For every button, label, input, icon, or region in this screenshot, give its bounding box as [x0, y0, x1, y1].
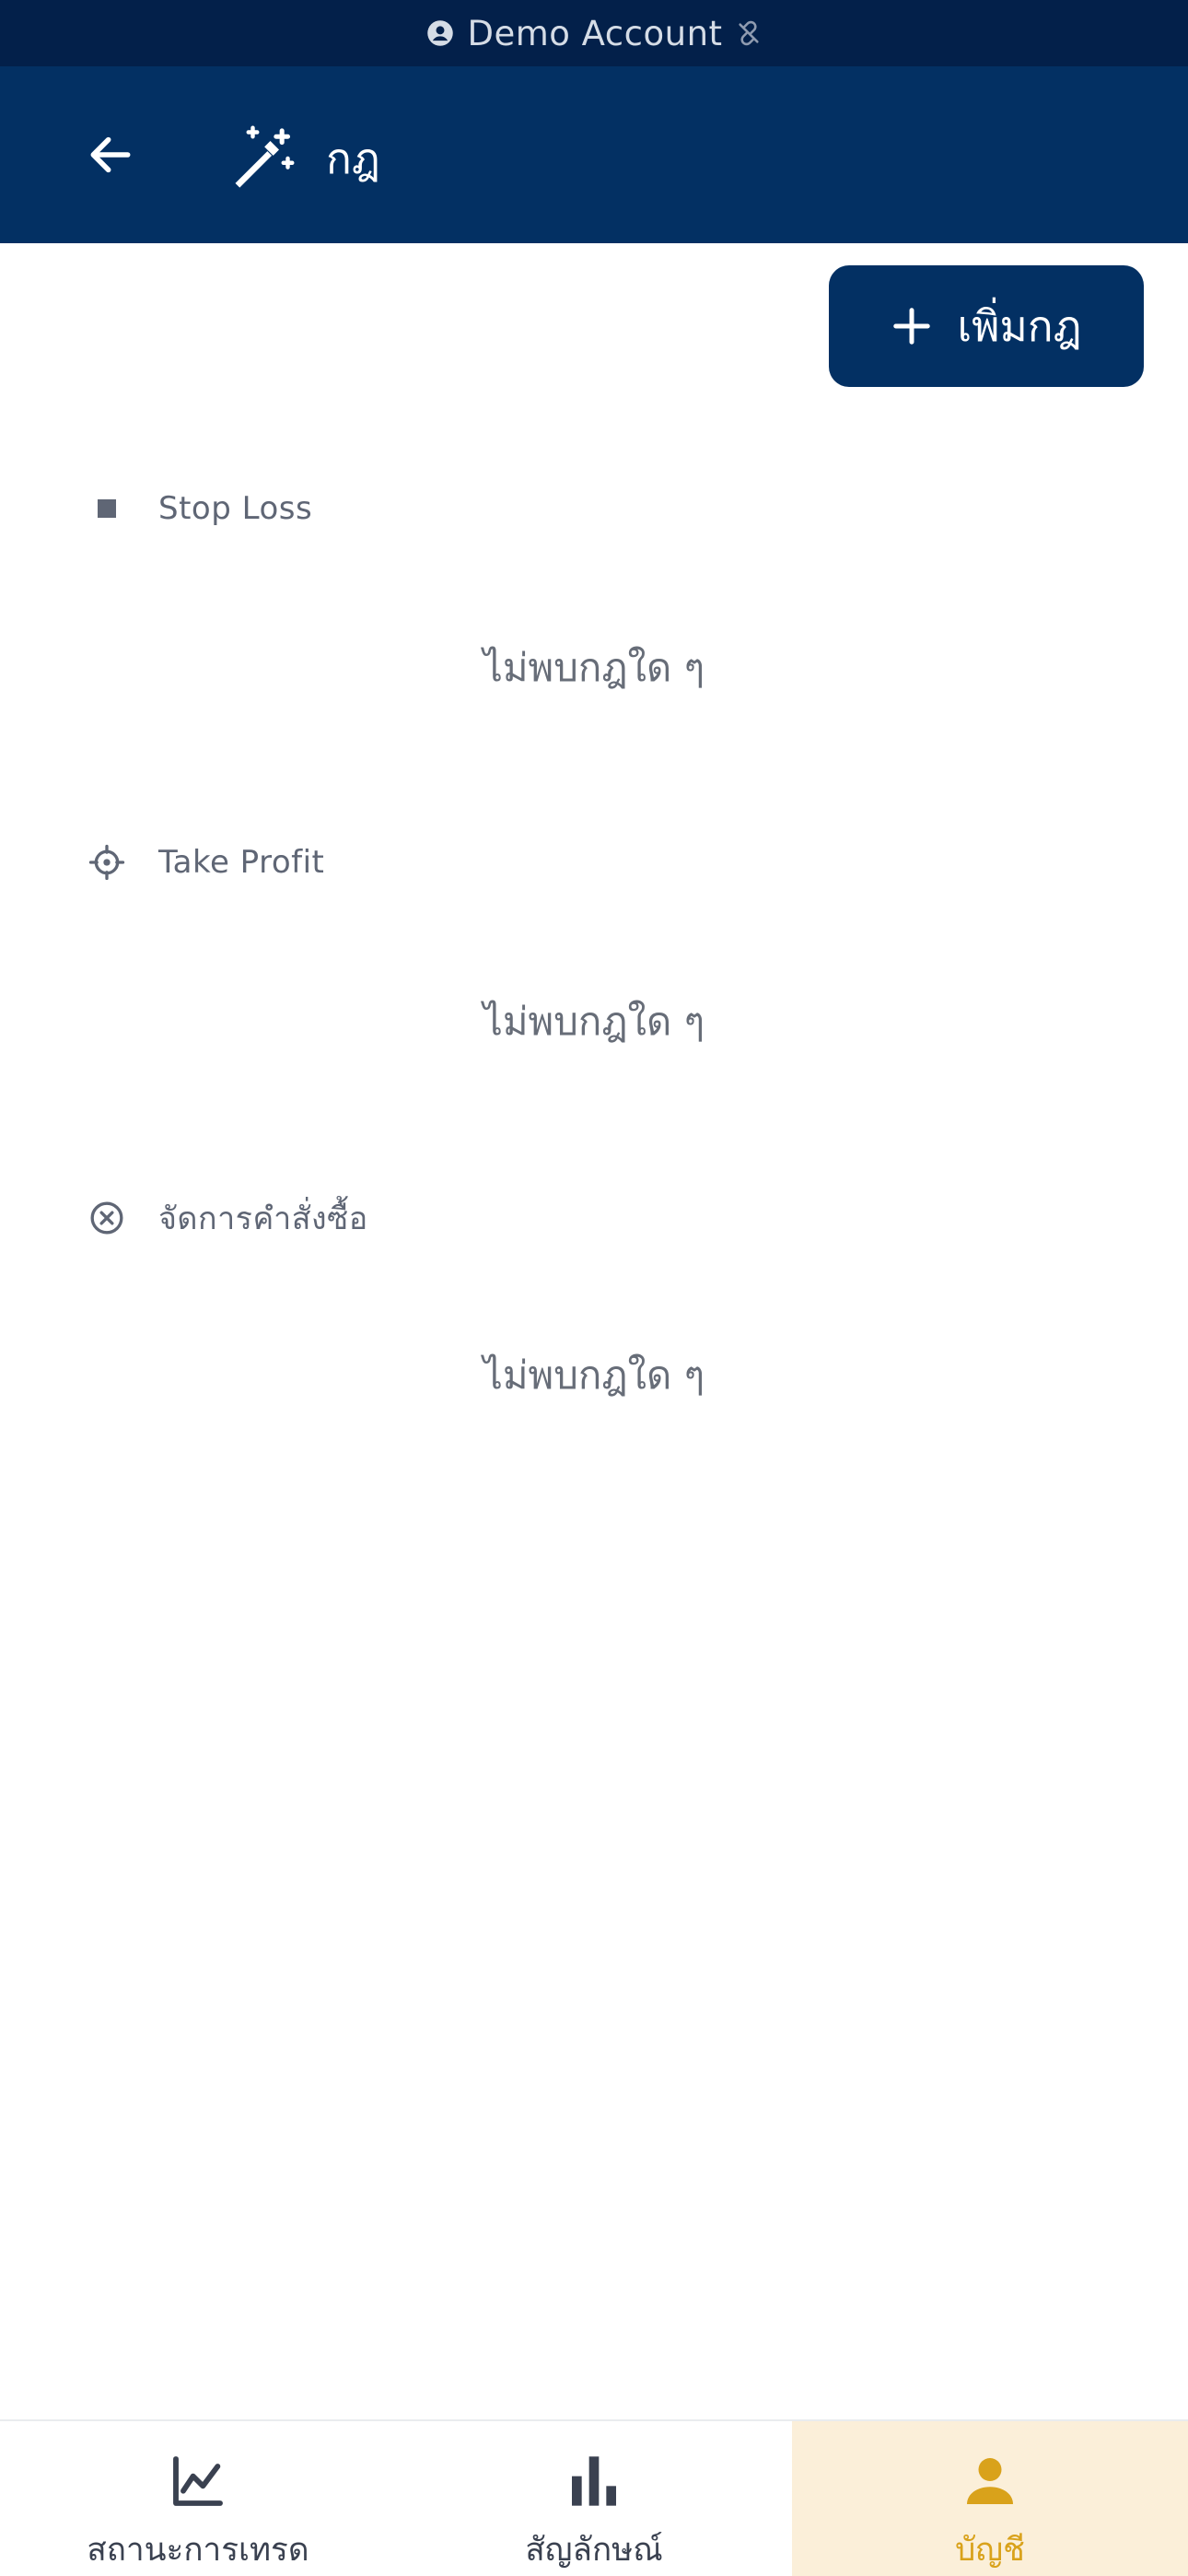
crosshair-icon — [88, 844, 125, 881]
page-title: กฎ — [326, 134, 380, 183]
back-button[interactable] — [74, 118, 147, 192]
section-title: Take Profit — [158, 844, 325, 881]
nav-item-account[interactable]: บัญชี — [792, 2421, 1188, 2576]
arrow-back-icon — [90, 136, 131, 173]
magic-wand-icon — [235, 125, 295, 188]
section-title: Stop Loss — [158, 490, 313, 527]
section-title: จัดการคำสั่งซื้อ — [158, 1200, 368, 1237]
bottom-navigation: สถานะการเทรด สัญลักษณ์ บัญชี — [0, 2419, 1188, 2576]
nav-item-label: สัญลักษณ์ — [525, 2532, 663, 2569]
add-rule-label: เพิ่มกฎ — [957, 300, 1082, 351]
nav-item-symbols[interactable]: สัญลักษณ์ — [396, 2421, 792, 2576]
line-chart-icon — [166, 2449, 230, 2513]
plus-icon — [893, 308, 931, 345]
square-stop-icon — [88, 490, 125, 527]
empty-state-text: ไม่พบกฎใด ๆ — [483, 1352, 705, 1398]
add-rule-button[interactable]: เพิ่มกฎ — [829, 265, 1144, 387]
section-header: Take Profit — [88, 837, 324, 888]
link-off-icon — [738, 20, 759, 46]
nav-item-label: สถานะการเทรด — [87, 2532, 309, 2569]
cancel-circle-icon — [88, 1200, 125, 1236]
nav-item-trade-status[interactable]: สถานะการเทรด — [0, 2421, 396, 2576]
empty-state-text: ไม่พบกฎใด ๆ — [483, 645, 705, 690]
person-icon — [958, 2449, 1022, 2513]
bar-chart-icon — [562, 2449, 626, 2513]
account-type-label: Demo Account — [467, 13, 723, 53]
account-circle-icon — [427, 20, 454, 46]
empty-state-text: ไม่พบกฎใด ๆ — [483, 999, 705, 1044]
section-header: จัดการคำสั่งซื้อ — [88, 1192, 368, 1244]
section-header: Stop Loss — [88, 483, 312, 534]
status-bar: Demo Account — [0, 0, 1188, 66]
nav-item-label: บัญชี — [955, 2532, 1025, 2569]
app-bar: กฎ — [0, 66, 1188, 243]
